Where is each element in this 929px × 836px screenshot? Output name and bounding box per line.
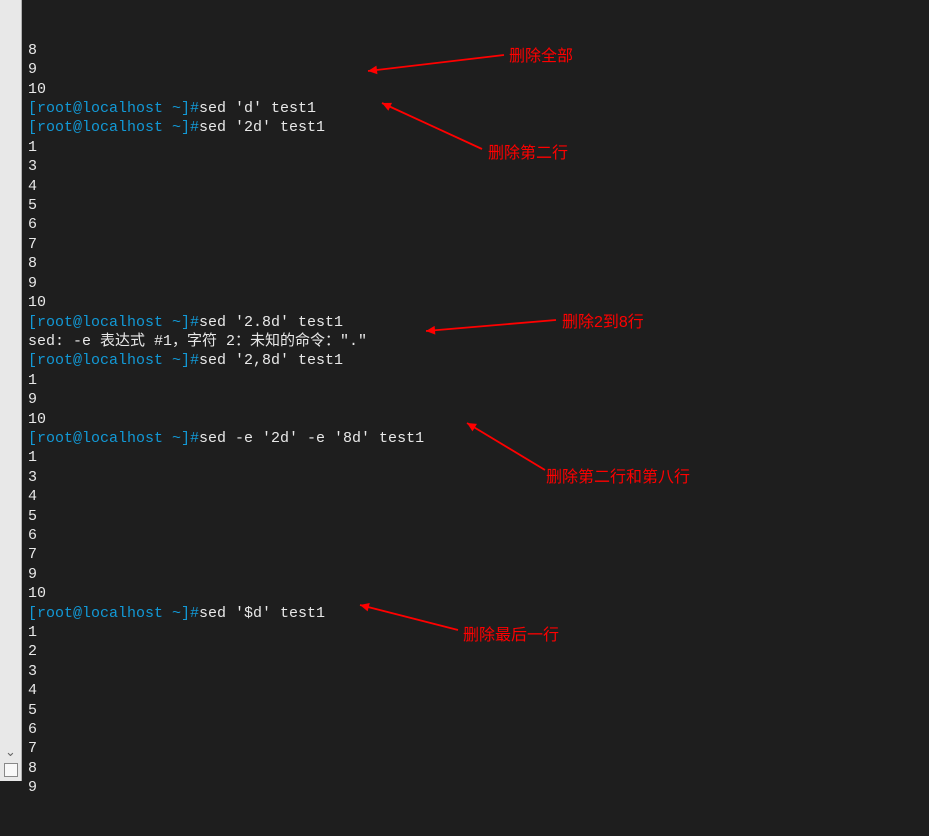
output-text: 8 <box>28 760 37 777</box>
terminal-line: 6 <box>28 526 923 545</box>
shell-prompt: [root@localhost ~]# <box>28 119 199 136</box>
output-text: 10 <box>28 294 46 311</box>
shell-prompt: [root@localhost ~]# <box>28 314 199 331</box>
output-text: 10 <box>28 81 46 98</box>
terminal-line: 4 <box>28 487 923 506</box>
shell-prompt: [root@localhost ~]# <box>28 430 199 447</box>
terminal-line: [root@localhost ~]#sed '2d' test1 <box>28 118 923 137</box>
output-text: 8 <box>28 42 37 59</box>
output-text: 8 <box>28 255 37 272</box>
terminal-line: 3 <box>28 157 923 176</box>
terminal-line: [root@localhost ~]#sed '$d' test1 <box>28 604 923 623</box>
terminal-line: 2 <box>28 642 923 661</box>
terminal-line: 7 <box>28 739 923 758</box>
terminal-line: 5 <box>28 507 923 526</box>
terminal-line: 3 <box>28 662 923 681</box>
terminal-line: 4 <box>28 681 923 700</box>
terminal-line: 6 <box>28 215 923 234</box>
terminal-line: 8 <box>28 759 923 778</box>
shell-command: sed '2.8d' test1 <box>199 314 343 331</box>
terminal-line: 9 <box>28 390 923 409</box>
shell-command: sed '$d' test1 <box>199 605 325 622</box>
terminal-line: [root@localhost ~]#sed 'd' test1 <box>28 99 923 118</box>
terminal-line: 1 <box>28 623 923 642</box>
terminal-line: 8 <box>28 41 923 60</box>
terminal-line: 9 <box>28 565 923 584</box>
output-text: 3 <box>28 469 37 486</box>
output-text: 6 <box>28 527 37 544</box>
terminal-line: 5 <box>28 701 923 720</box>
terminal-line: 5 <box>28 196 923 215</box>
terminal-line: 9 <box>28 274 923 293</box>
output-text: 4 <box>28 682 37 699</box>
output-text: 9 <box>28 566 37 583</box>
terminal-line: 10 <box>28 410 923 429</box>
output-text: 10 <box>28 585 46 602</box>
terminal-line: 6 <box>28 720 923 739</box>
output-text: 5 <box>28 197 37 214</box>
output-text: 2 <box>28 643 37 660</box>
terminal-line: 9 <box>28 60 923 79</box>
output-text: 7 <box>28 740 37 757</box>
shell-prompt: [root@localhost ~]# <box>28 352 199 369</box>
terminal-line: [root@localhost ~]#sed '2.8d' test1 <box>28 313 923 332</box>
output-text: 6 <box>28 216 37 233</box>
terminal-line: [root@localhost ~]#sed -e '2d' -e '8d' t… <box>28 429 923 448</box>
output-text: 9 <box>28 61 37 78</box>
output-text: 3 <box>28 663 37 680</box>
terminal-line: 7 <box>28 235 923 254</box>
output-text: 5 <box>28 508 37 525</box>
output-text: 10 <box>28 411 46 428</box>
terminal-line: 1 <box>28 371 923 390</box>
shell-command: sed 'd' test1 <box>199 100 316 117</box>
terminal-line: 8 <box>28 254 923 273</box>
terminal-line: 7 <box>28 545 923 564</box>
terminal-line: 3 <box>28 468 923 487</box>
output-text: 7 <box>28 236 37 253</box>
output-text: 3 <box>28 158 37 175</box>
fold-toggle[interactable] <box>4 763 18 777</box>
terminal-line: [root@localhost ~]#sed '2,8d' test1 <box>28 351 923 370</box>
terminal-line: 10 <box>28 80 923 99</box>
output-text: sed: -e 表达式 #1，字符 2：未知的命令："." <box>28 333 367 350</box>
chevron-down-icon[interactable]: ⌄ <box>5 746 16 759</box>
shell-command: sed -e '2d' -e '8d' test1 <box>199 430 424 447</box>
shell-command: sed '2d' test1 <box>199 119 325 136</box>
output-text: 1 <box>28 624 37 641</box>
terminal-line: 10 <box>28 293 923 312</box>
terminal-line: 9 <box>28 778 923 797</box>
output-text: 6 <box>28 721 37 738</box>
output-text: 1 <box>28 139 37 156</box>
output-text: 9 <box>28 779 37 796</box>
shell-command: sed '2,8d' test1 <box>199 352 343 369</box>
output-text: 9 <box>28 275 37 292</box>
terminal-output[interactable]: 8910[root@localhost ~]#sed 'd' test1[roo… <box>22 0 929 781</box>
shell-prompt: [root@localhost ~]# <box>28 100 199 117</box>
terminal-line: 4 <box>28 177 923 196</box>
output-text: 9 <box>28 391 37 408</box>
output-text: 4 <box>28 178 37 195</box>
editor-gutter: ⌄ <box>0 0 22 781</box>
output-text: 4 <box>28 488 37 505</box>
terminal-line: 1 <box>28 138 923 157</box>
output-text: 5 <box>28 702 37 719</box>
terminal-line: sed: -e 表达式 #1，字符 2：未知的命令："." <box>28 332 923 351</box>
output-text: 1 <box>28 372 37 389</box>
shell-prompt: [root@localhost ~]# <box>28 605 199 622</box>
terminal-line: 10 <box>28 584 923 603</box>
output-text: 7 <box>28 546 37 563</box>
output-text: 1 <box>28 449 37 466</box>
terminal-line: 1 <box>28 448 923 467</box>
